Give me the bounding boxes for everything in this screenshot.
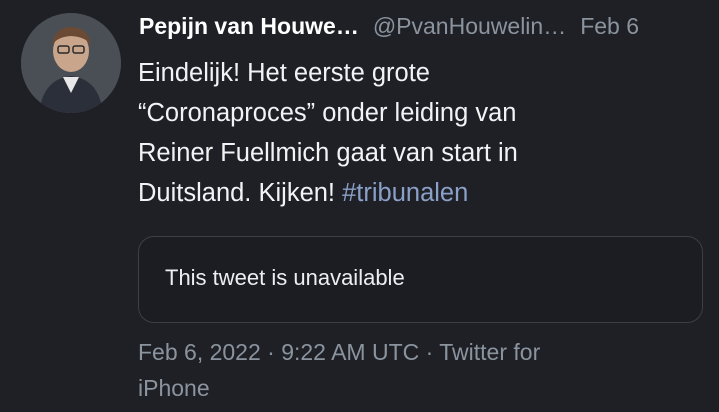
tweet-text-line: “Coronaproces” onder leiding van [138,99,517,127]
quoted-tweet-unavailable-text: This tweet is unavailable [165,265,405,290]
tweet-date-link[interactable]: Feb 6 [580,13,639,40]
tweet-header: Pepijn van Houwe… @PvanHouwelin… Feb 6 [139,10,709,42]
hashtag-link[interactable]: #tribunalen [342,179,468,207]
tweet-text-segment: Duitsland. Kijken! [138,179,343,207]
avatar-photo-icon [21,13,121,113]
quoted-tweet-card[interactable]: This tweet is unavailable [138,236,703,323]
author-handle[interactable]: @PvanHouwelin… [373,13,566,40]
avatar[interactable] [21,13,121,113]
source-client: iPhone [138,375,210,401]
tweet-text-line: Eindelijk! Het eerste grote [138,59,430,87]
timestamp-and-source[interactable]: Feb 6, 2022 · 9:22 AM UTC · Twitter for [138,334,658,370]
tweet-text-line: Duitsland. Kijken! #tribunalen [138,173,698,213]
tweet: Pepijn van Houwe… @PvanHouwelin… Feb 6 E… [0,0,719,412]
tweet-text-line: Reiner Fuellmich gaat van start in [138,139,518,167]
author-display-name[interactable]: Pepijn van Houwe… [139,13,359,40]
tweet-text: Eindelijk! Het eerste grote “Coronaproce… [138,53,698,213]
tweet-metadata: Feb 6, 2022 · 9:22 AM UTC · Twitter for … [138,334,658,406]
